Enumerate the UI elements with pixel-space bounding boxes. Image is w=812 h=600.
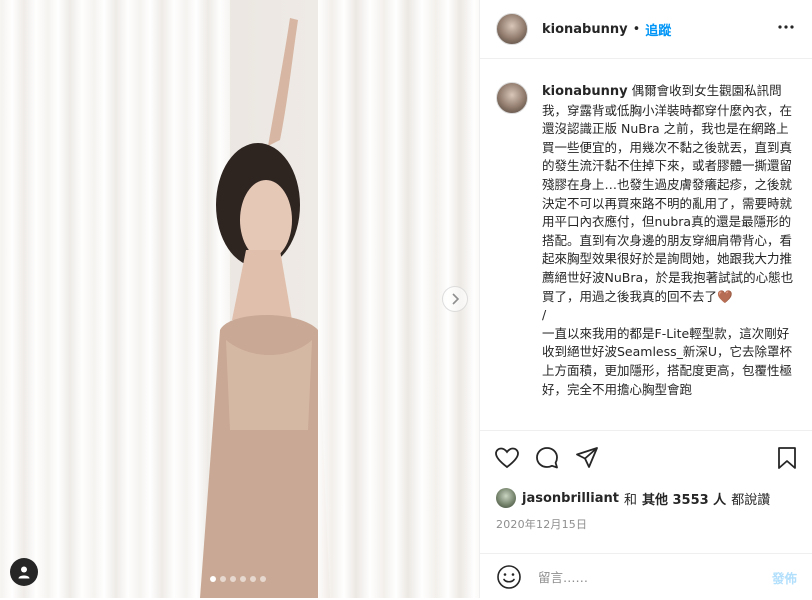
comment-bubble-icon[interactable] — [534, 445, 560, 471]
carousel-dot — [210, 576, 216, 582]
paper-plane-icon[interactable] — [574, 445, 600, 471]
separator-dot: • — [632, 21, 641, 37]
caption-scroll-area[interactable]: kionabunny 偶爾會收到女生觀園私訊問我，穿露背或低胸小洋裝時都穿什麼內衣… — [480, 58, 812, 430]
post-date[interactable]: 2020年12月15日 — [496, 516, 587, 532]
likes-suffix: 都說讚 — [731, 492, 771, 508]
carousel-dots — [210, 576, 266, 582]
caption-comment: kionabunny 偶爾會收到女生觀園私訊問我，穿露背或低胸小洋裝時都穿什麼內衣… — [496, 82, 798, 399]
caption-username[interactable]: kionabunny — [542, 84, 628, 99]
actions-area: jasonbrilliant 和 其他 3553 人 都說讚 2020年12月1… — [480, 430, 812, 599]
carousel-dot — [230, 576, 236, 582]
caption-text: 偶爾會收到女生觀園私訊問我，穿露背或低胸小洋裝時都穿什麼內衣，在還沒認識正版 N… — [542, 83, 794, 397]
comment-bar: 發佈 — [480, 553, 812, 600]
post-photo[interactable] — [0, 0, 479, 598]
emoji-smile-icon[interactable] — [496, 564, 522, 590]
next-slide-button[interactable] — [442, 286, 468, 312]
liker-avatar[interactable] — [496, 488, 516, 508]
heart-icon[interactable] — [494, 445, 520, 471]
avatar[interactable] — [496, 82, 528, 114]
carousel-dot — [220, 576, 226, 582]
likes-others-link[interactable]: 其他 3553 人 — [642, 489, 726, 508]
follow-button[interactable]: 追蹤 — [645, 20, 671, 39]
post-comment-button[interactable]: 發佈 — [772, 568, 797, 587]
header-username[interactable]: kionabunny — [542, 22, 628, 37]
comment-input[interactable] — [536, 568, 740, 586]
likes-connector: 和 — [623, 492, 637, 508]
user-tag-icon — [18, 566, 30, 579]
carousel-dot — [250, 576, 256, 582]
liker-username[interactable]: jasonbrilliant — [522, 491, 619, 506]
model-figure — [200, 18, 330, 598]
likes-summary: jasonbrilliant 和 其他 3553 人 都說讚 — [496, 488, 770, 508]
caption-body: kionabunny 偶爾會收到女生觀園私訊問我，穿露背或低胸小洋裝時都穿什麼內衣… — [542, 82, 798, 399]
avatar[interactable] — [496, 13, 528, 45]
carousel-dot — [240, 576, 246, 582]
bookmark-icon[interactable] — [774, 445, 800, 471]
post-side-panel: kionabunny • 追蹤 kionabunny 偶爾會收到女生觀園私訊問我，… — [479, 0, 812, 598]
post-header: kionabunny • 追蹤 — [480, 0, 812, 59]
carousel-dot — [260, 576, 266, 582]
more-horizontal-icon[interactable] — [777, 18, 795, 36]
tagged-users-button[interactable] — [10, 558, 38, 586]
chevron-right-icon — [452, 293, 460, 305]
